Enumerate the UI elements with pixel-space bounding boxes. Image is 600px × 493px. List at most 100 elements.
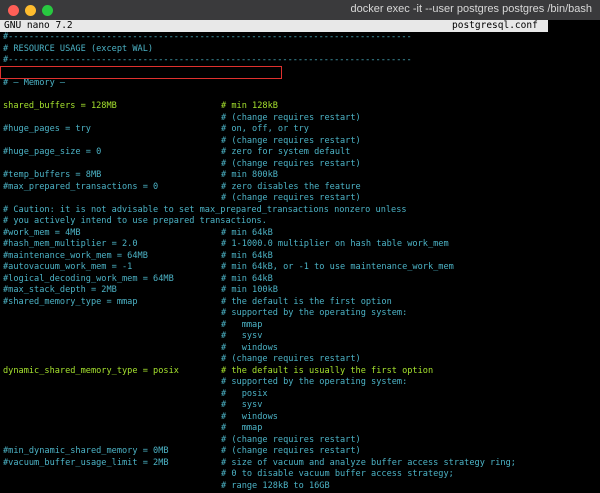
close-window-button[interactable] [8,5,19,16]
editor-line: # (change requires restart) [3,113,598,125]
editor-line: #max_prepared_transactions = 0 # zero dis… [3,182,598,194]
editor-line: # Caution: it is not advisable to set ma… [3,205,598,217]
editor-line: # sysv [3,331,598,343]
line-comment: # (change requires restart) [221,434,361,445]
line-comment: # size of vacuum and analyze buffer acce… [221,457,516,468]
editor-line: # posix [3,389,598,401]
line-comment: # 1-1000.0 multiplier on hash table work… [221,239,449,249]
editor-line: #---------------------------------------… [3,55,598,67]
window-title: docker exec -it --user postgres postgres… [350,3,592,15]
editor-line: #huge_pages = try # on, off, or try [3,124,598,136]
editor-line: #maintenance_work_mem = 64MB # min 64kB [3,251,598,263]
editor-line: #work_mem = 4MB # min 64kB [3,228,598,240]
editor-line: # windows [3,412,598,424]
line-code: #work_mem = 4MB [3,227,81,238]
line-comment: # sysv [221,331,263,341]
line-code: shared_buffers = 128MB [3,101,117,111]
line-code: #---------------------------------------… [3,55,412,65]
line-comment: # sysv [221,400,263,410]
editor-line: # sysv [3,400,598,412]
line-code: #max_stack_depth = 2MB [3,285,117,295]
editor-line: #temp_buffers = 8MB # min 800kB [3,170,598,182]
editor-line: # (change requires restart) [3,159,598,171]
line-comment: # (change requires restart) [221,446,361,456]
editor-line: #logical_decoding_work_mem = 64MB # min 6… [3,274,598,286]
editor-line: shared_buffers = 128MB # min 128kB [3,101,598,113]
line-code: #logical_decoding_work_mem = 64MB [3,273,174,284]
line-code: #min_dynamic_shared_memory = 0MB [3,446,169,456]
line-comment: # min 64kB [221,227,273,238]
editor-line: #---------------------------------------… [3,32,598,44]
editor-line: # (change requires restart) [3,435,598,447]
line-comment: # (change requires restart) [221,112,361,123]
line-comment: # (change requires restart) [221,135,361,146]
line-code: #maintenance_work_mem = 64MB [3,250,148,261]
editor-line: # RESOURCE USAGE (except WAL) [3,44,598,56]
nano-filename: postgresql.conf [452,20,538,31]
line-comment: # on, off, or try [221,124,309,134]
line-comment: # (change requires restart) [221,354,361,364]
line-code: #temp_buffers = 8MB [3,170,102,180]
line-comment: # (change requires restart) [221,193,361,203]
editor-line: #max_stack_depth = 2MB # min 100kB [3,285,598,297]
editor-line: # windows [3,343,598,355]
editor-line: # – Memory – [3,78,598,90]
line-comment: # windows [221,342,278,353]
line-comment: # (change requires restart) [221,158,361,169]
editor-line: # (change requires restart) [3,136,598,148]
line-comment: # windows [221,411,278,422]
line-comment: # min 64kB [221,250,273,261]
editor-line: # mmap [3,320,598,332]
editor-line: #hash_mem_multiplier = 2.0 # 1-1000.0 mul… [3,239,598,251]
editor-line: # supported by the operating system: [3,377,598,389]
highlight-box [0,66,282,79]
editor-line: # mmap [3,423,598,435]
editor-line: dynamic_shared_memory_type = posix # the … [3,366,598,378]
line-code: # RESOURCE USAGE (except WAL) [3,43,154,54]
line-code: # Caution: it is not advisable to set ma… [3,204,407,215]
line-code: #autovacuum_work_mem = -1 [3,262,133,272]
editor-line: # supported by the operating system: [3,308,598,320]
line-code: #max_prepared_transactions = 0 [3,181,159,192]
line-comment: # min 64kB, or -1 to use maintenance_wor… [221,262,454,272]
line-comment: # 0 to disable vacuum buffer access stra… [221,469,454,479]
line-comment: # mmap [221,319,263,330]
line-comment: # mmap [221,423,263,433]
line-comment: # range 128kB to 16GB [221,480,330,491]
editor-buffer[interactable]: #---------------------------------------… [3,32,598,493]
editor-line: #shared_memory_type = mmap # the default … [3,297,598,309]
line-code: #vacuum_buffer_usage_limit = 2MB [3,457,169,468]
nano-version-label: GNU nano 7.2 [4,20,73,31]
line-code: #---------------------------------------… [3,32,412,42]
window-titlebar: docker exec -it --user postgres postgres… [0,0,600,20]
zoom-window-button[interactable] [42,5,53,16]
line-comment: # posix [221,388,268,399]
line-comment: # min 100kB [221,285,278,295]
editor-line: #min_dynamic_shared_memory = 0MB # (chang… [3,446,598,458]
line-comment: # supported by the operating system: [221,377,408,387]
editor-line: # range 128kB to 16GB [3,481,598,493]
line-code: # you actively intend to use prepared tr… [3,216,267,226]
line-comment: # zero for system default [221,147,351,157]
line-comment: # min 128kB [221,101,278,111]
editor-line: #huge_page_size = 0 # zero for system def… [3,147,598,159]
line-code: dynamic_shared_memory_type = posix [3,365,179,376]
editor-line: # 0 to disable vacuum buffer access stra… [3,469,598,481]
nano-header-bar: GNU nano 7.2 postgresql.conf [0,20,548,32]
line-code: #huge_page_size = 0 [3,147,102,157]
editor-line: # (change requires restart) [3,193,598,205]
line-comment: # min 800kB [221,170,278,180]
line-comment: # the default is the first option [221,296,392,307]
minimize-window-button[interactable] [25,5,36,16]
line-comment: # supported by the operating system: [221,308,408,318]
editor-line: #vacuum_buffer_usage_limit = 2MB # size o… [3,458,598,470]
line-comment: # zero disables the feature [221,181,361,192]
line-comment: # the default is usually the first optio… [221,365,434,376]
line-code: # – Memory – [3,78,66,88]
line-code: #huge_pages = try [3,124,91,134]
editor-line: # (change requires restart) [3,354,598,366]
line-code: #shared_memory_type = mmap [3,296,138,307]
line-code: #hash_mem_multiplier = 2.0 [3,239,138,249]
line-comment: # min 64kB [221,273,273,284]
